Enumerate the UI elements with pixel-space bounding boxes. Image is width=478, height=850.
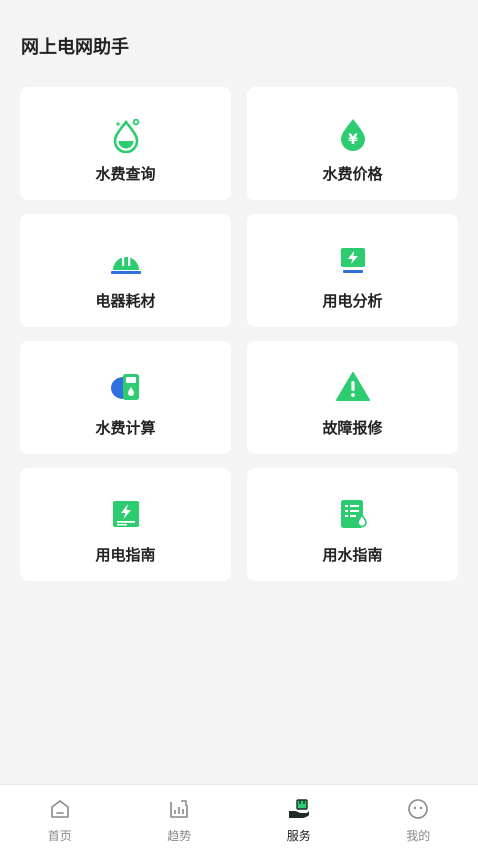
tab-label: 服务 [286,829,311,843]
card-label: 故障报修 [322,419,383,437]
warning-icon [333,367,373,407]
page-title: 网上电网助手 [21,37,129,58]
service-hand-icon [287,797,311,821]
tab-trend[interactable]: 趋势 [120,785,240,850]
tab-label: 趋势 [167,829,192,843]
card-water-fee-query[interactable]: 水费查询 [20,87,231,200]
card-label: 用电指南 [95,546,156,564]
card-power-analysis[interactable]: 用电分析 [247,214,458,327]
card-power-guide[interactable]: 用电指南 [20,468,231,581]
card-fault-repair[interactable]: 故障报修 [247,341,458,454]
tab-home[interactable]: 首页 [0,785,120,850]
service-grid: 水费查询 ¥ 水费价格 电器耗材 用电分析 水费计算 故障报修 用电指南 用水指… [20,87,458,581]
card-appliance-consumables[interactable]: 电器耗材 [20,214,231,327]
helmet-icon [106,240,146,280]
profile-face-icon [406,797,430,821]
card-label: 电器耗材 [95,292,156,310]
tab-label: 我的 [406,829,431,843]
card-label: 水费价格 [322,165,383,183]
yen-drop-icon: ¥ [333,113,373,153]
water-drop-icon [106,113,146,153]
lightning-doc-icon [106,494,146,534]
card-water-guide[interactable]: 用水指南 [247,468,458,581]
tab-service[interactable]: 服务 [239,785,359,850]
card-label: 用水指南 [322,546,383,564]
card-label: 水费查询 [95,165,156,183]
calculator-icon [106,367,146,407]
water-doc-icon [333,494,373,534]
monitor-lightning-icon [333,240,373,280]
card-label: 用电分析 [322,292,383,310]
home-icon [48,797,72,821]
tab-profile[interactable]: 我的 [359,785,478,850]
svg-text:¥: ¥ [348,132,358,148]
card-water-fee-price[interactable]: ¥ 水费价格 [247,87,458,200]
card-water-fee-calc[interactable]: 水费计算 [20,341,231,454]
trend-chart-icon [167,797,191,821]
tab-label: 首页 [47,829,72,843]
card-label: 水费计算 [95,419,156,437]
bottom-tab-bar: 首页 趋势 服务 我的 [0,784,478,850]
